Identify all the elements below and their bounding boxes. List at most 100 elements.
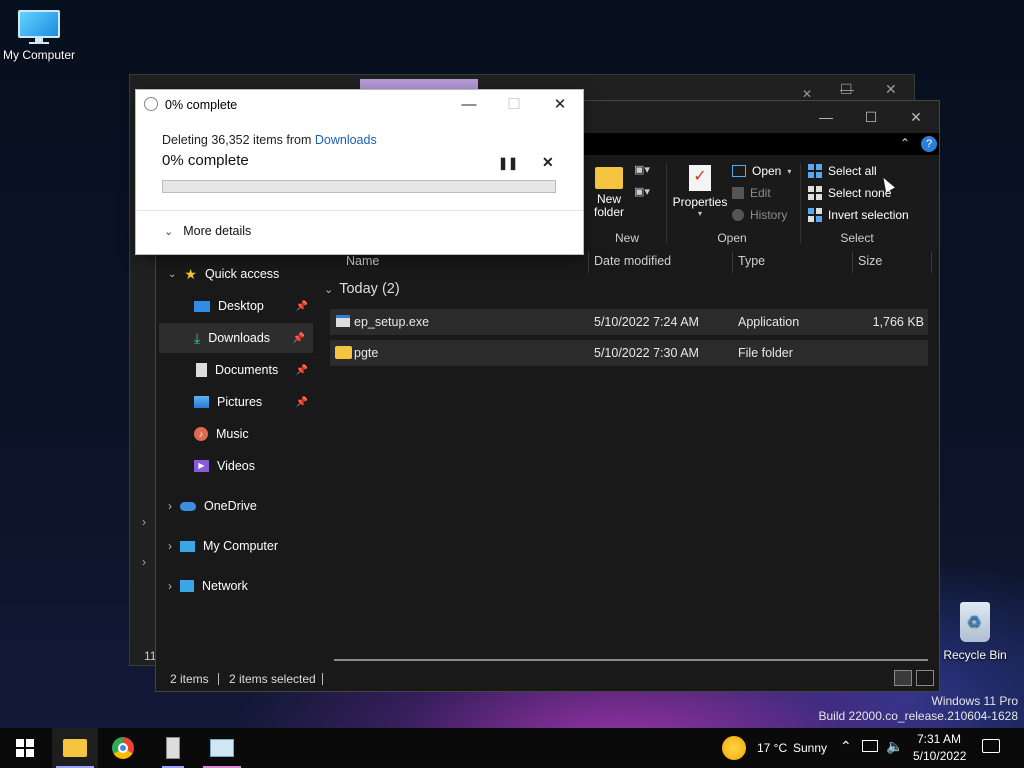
status-divider [322,673,323,685]
nav-item-quick-access[interactable]: ⌄ ★ Quick access [156,259,316,289]
properties-button[interactable]: ✓ Properties ▾ [672,163,728,227]
document-icon [196,363,207,377]
nav-item-label: Music [216,427,249,441]
network-tray-icon[interactable] [862,740,878,752]
desktop-icon-my-computer[interactable]: My Computer [0,10,81,62]
chevron-right-icon: › [168,539,172,553]
properties-label: Properties [672,195,728,209]
column-separator[interactable] [588,251,589,273]
details-view-icon[interactable] [894,670,912,686]
history-icon [732,209,744,221]
nav-item-my-computer[interactable]: › My Computer [156,531,316,561]
nav-item-label: OneDrive [204,499,257,513]
desktop-icon-label: My Computer [2,48,76,62]
nav-item-onedrive[interactable]: › OneDrive [156,491,316,521]
background-close-icon[interactable]: ✕ [885,81,897,98]
cancel-button[interactable]: ✕ [542,154,554,171]
maximize-button[interactable]: ☐ [851,107,891,127]
select-group-label: Select [840,231,874,245]
select-none-button[interactable]: Select none [808,183,891,203]
navigation-pane: ⌄ ★ Quick access Desktop 📌 ⤓ Downloads 📌… [156,247,317,667]
invert-selection-button[interactable]: Invert selection [808,205,909,225]
file-list: Name Date modified Type Size ⌄ Today (2)… [316,247,939,667]
dialog-titlebar: 0% complete — ☐ ✕ [136,90,583,120]
pin-icon[interactable]: 📌 [296,301,308,312]
new-folder-button[interactable]: New folder [594,163,624,225]
column-header-type[interactable]: Type [738,247,765,275]
table-row[interactable]: pgte 5/10/2022 7:30 AM File folder [330,340,928,366]
easy-access-icon[interactable]: ▣▾ [634,185,656,203]
more-details-button[interactable]: ⌄ More details [164,224,251,238]
dialog-divider [136,210,583,211]
horizontal-scrollbar[interactable] [334,659,928,661]
file-size: 1,766 KB [872,315,924,329]
nav-item-label: Desktop [218,299,264,313]
column-header-date[interactable]: Date modified [594,247,671,275]
history-button[interactable]: History [732,205,787,225]
close-button[interactable]: ✕ [896,107,936,127]
column-separator[interactable] [732,251,733,273]
select-none-label: Select none [828,186,892,200]
delete-progress-dialog[interactable]: 0% complete — ☐ ✕ Deleting 36,352 items … [136,90,583,254]
open-icon [732,165,746,177]
nav-item-desktop[interactable]: Desktop 📌 [156,291,316,321]
chevron-up-icon[interactable]: ⌃ [840,738,852,755]
nav-item-pictures[interactable]: Pictures 📌 [156,387,316,417]
taskbar-app-window[interactable] [150,728,196,768]
weather-temperature[interactable]: 17 °C [757,741,787,755]
chevron-down-icon: ⌄ [324,283,334,296]
taskbar-file-explorer[interactable] [52,728,98,768]
background-chevron-icon[interactable]: › [142,515,146,529]
collapse-ribbon-icon[interactable]: ⌃ [900,136,910,150]
background-maximize-icon[interactable]: ☐ [840,81,853,98]
column-separator[interactable] [931,251,932,273]
pin-icon[interactable]: 📌 [293,333,305,344]
dialog-percent-text: 0% complete [162,152,249,169]
start-button[interactable] [2,728,48,768]
nav-item-network[interactable]: › Network [156,571,316,601]
volume-icon[interactable]: 🔈 [886,738,903,755]
taskbar-resource-monitor[interactable] [199,728,245,768]
desktop-icon-recycle-bin[interactable]: Recycle Bin [942,602,1008,662]
desktop-icon-label: Recycle Bin [943,648,1007,662]
sun-icon[interactable] [722,736,746,760]
column-separator[interactable] [852,251,853,273]
properties-icon: ✓ [689,165,711,191]
large-icons-view-icon[interactable] [916,670,934,686]
nav-item-videos[interactable]: ▶ Videos [156,451,316,481]
clock-time[interactable]: 7:31 AM [917,732,961,746]
open-button[interactable]: Open ▾ [732,161,791,181]
background-chevron-icon[interactable]: › [142,555,146,569]
file-date: 5/10/2022 7:30 AM [594,346,699,360]
select-all-button[interactable]: Select all [808,161,877,181]
column-header-size[interactable]: Size [858,247,882,275]
group-header-label: Today (2) [339,281,400,297]
minimize-button[interactable]: — [806,107,846,127]
pin-icon[interactable]: 📌 [296,397,308,408]
watermark-build: Build 22000.co_release.210604-1628 [818,709,1019,723]
table-row[interactable]: ep_setup.exe 5/10/2022 7:24 AM Applicati… [330,309,928,335]
downloads-link[interactable]: Downloads [315,133,377,147]
ribbon-separator [800,163,801,243]
background-tab-close-icon[interactable]: ✕ [802,87,812,101]
notifications-icon[interactable] [982,739,1000,753]
open-group-label: Open [717,231,747,245]
pause-button[interactable]: ❚❚ [498,156,518,170]
dialog-close-button[interactable]: ✕ [540,94,580,116]
new-group-label: New [614,231,639,245]
new-item-icon[interactable]: ▣▾ [634,163,656,181]
weather-condition[interactable]: Sunny [793,741,827,755]
select-all-label: Select all [828,164,877,178]
help-icon[interactable]: ? [921,136,937,152]
group-header-today[interactable]: ⌄ Today (2) [324,281,400,297]
pin-icon[interactable]: 📌 [296,365,308,376]
clock-icon [144,97,158,111]
edit-button[interactable]: Edit [732,183,771,203]
taskbar-chrome[interactable] [100,728,146,768]
nav-item-documents[interactable]: Documents 📌 [156,355,316,385]
network-icon [180,580,194,592]
nav-item-downloads[interactable]: ⤓ Downloads 📌 [159,323,313,353]
clock-date[interactable]: 5/10/2022 [913,749,966,763]
dialog-minimize-button[interactable]: — [449,94,489,116]
nav-item-music[interactable]: ♪ Music [156,419,316,449]
